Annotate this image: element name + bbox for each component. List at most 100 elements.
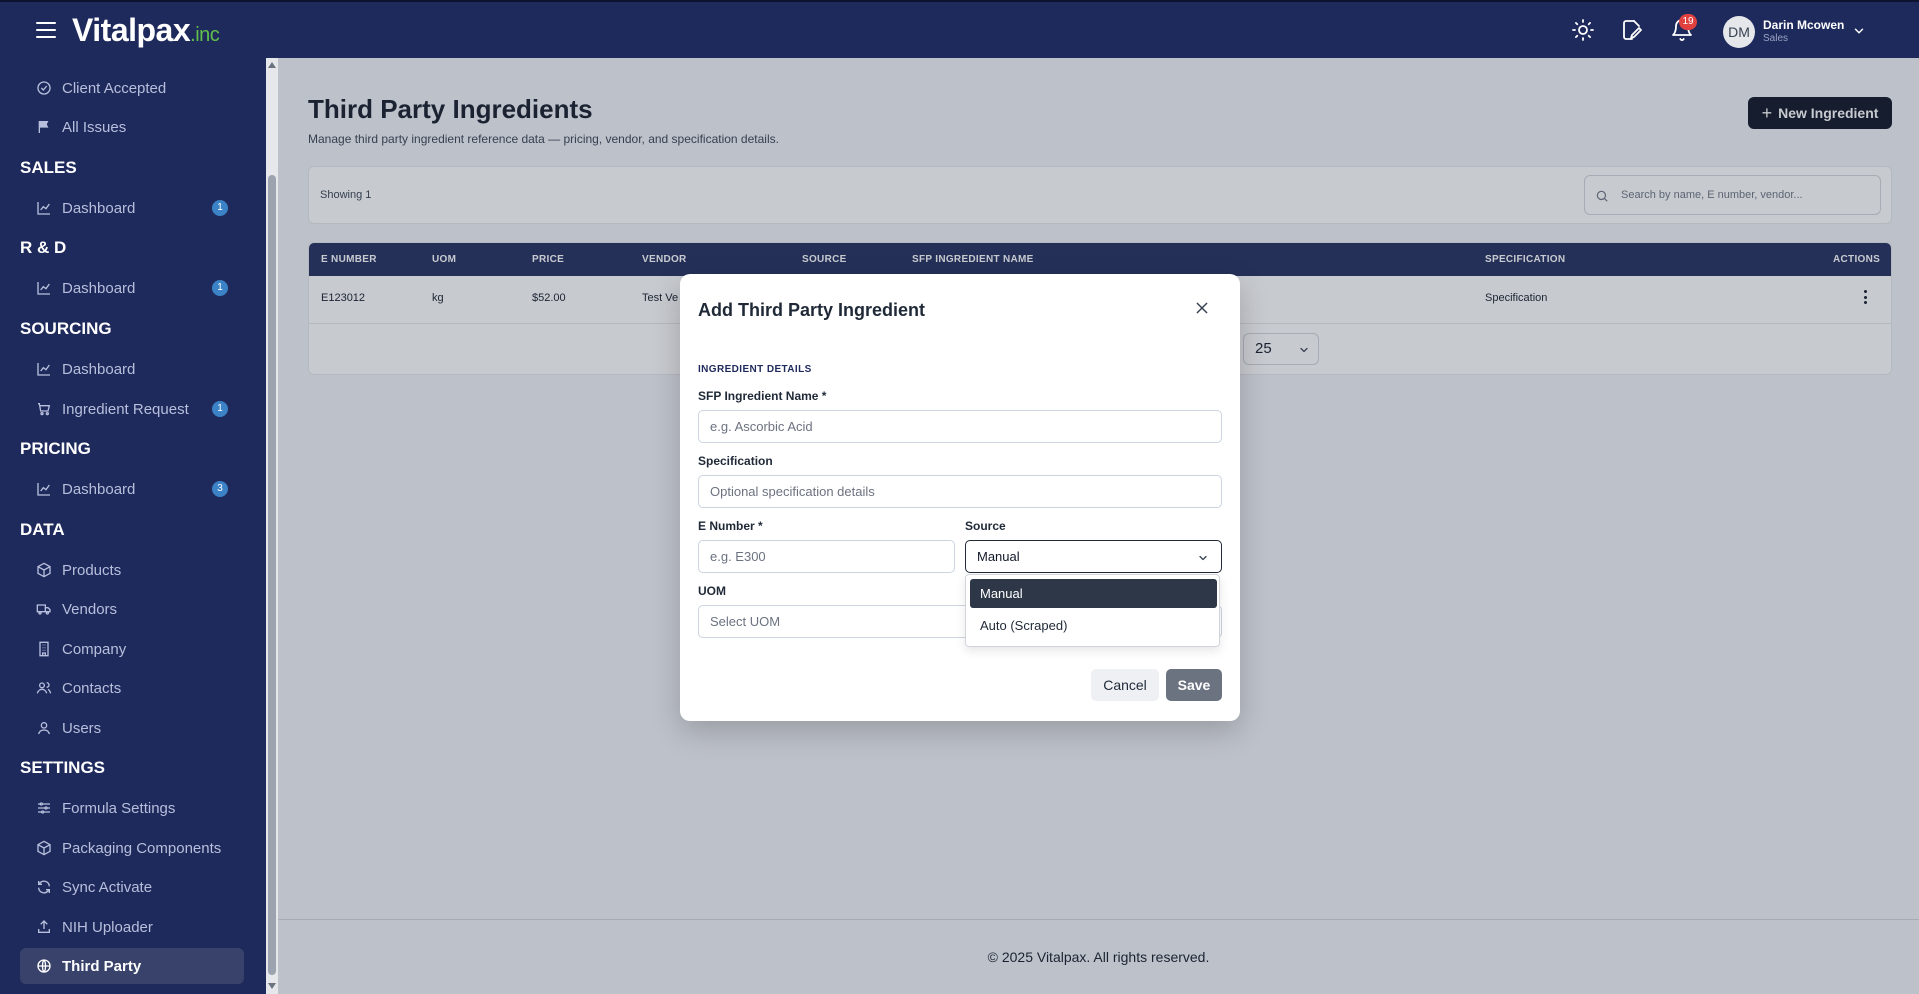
sidebar-item-sourcing-dashboard[interactable]: Dashboard <box>20 351 244 387</box>
notification-badge: 19 <box>1679 14 1697 30</box>
uom-label: UOM <box>698 584 726 598</box>
specification-input[interactable]: Optional specification details <box>698 475 1222 508</box>
section-header-sales: SALES <box>20 158 77 177</box>
sidebar-item-third-party[interactable]: Third Party <box>20 948 244 984</box>
section-header-settings: SETTINGS <box>20 758 106 777</box>
chart-line-icon <box>37 202 50 215</box>
uom-placeholder: Select UOM <box>710 614 781 629</box>
e-number-label: E Number * <box>698 519 763 533</box>
add-ingredient-dialog: Add Third Party Ingredient INGREDIENT DE… <box>680 274 1240 721</box>
sidebar-item-label: Vendors <box>62 600 118 618</box>
sfp-name-placeholder: e.g. Ascorbic Acid <box>710 419 813 434</box>
count-badge: 1 <box>212 280 228 296</box>
sidebar-item-contacts[interactable]: Contacts <box>20 670 244 706</box>
sidebar-item-label: Products <box>62 561 122 579</box>
sidebar-item-label: Contacts <box>62 679 122 697</box>
sidebar-item-vendors[interactable]: Vendors <box>20 591 244 627</box>
sidebar-item-users[interactable]: Users <box>20 710 244 746</box>
e-number-placeholder: e.g. E300 <box>710 549 766 564</box>
sidebar-item-label: Company <box>62 640 127 658</box>
sidebar-item-products[interactable]: Products <box>20 552 244 588</box>
sidebar-item-formula-settings[interactable]: Formula Settings <box>20 790 244 826</box>
source-label: Source <box>965 519 1006 533</box>
sidebar-item-label: Formula Settings <box>62 799 176 817</box>
source-value: Manual <box>977 549 1020 564</box>
source-option-manual[interactable]: Manual <box>970 579 1217 608</box>
user-name[interactable]: Darin Mcowen <box>1763 18 1844 32</box>
sidebar-item-label: Sync Activate <box>62 878 153 896</box>
count-badge: 1 <box>212 401 228 417</box>
refresh-icon <box>38 880 50 894</box>
dialog-title: Add Third Party Ingredient <box>698 300 926 320</box>
sfp-name-label: SFP Ingredient Name * <box>698 389 827 403</box>
check-circle-icon <box>37 81 51 95</box>
chevron-down-icon[interactable] <box>1852 24 1866 38</box>
scroll-down-arrow-icon[interactable] <box>268 983 276 989</box>
source-option-auto-scraped[interactable]: Auto (Scraped) <box>970 611 1217 640</box>
logo-main: Vitalpax <box>72 12 191 48</box>
avatar[interactable]: DM <box>1723 16 1755 48</box>
sidebar-item-label: Dashboard <box>62 199 136 217</box>
sidebar-item-label: NIH Uploader <box>62 918 153 936</box>
close-icon[interactable] <box>1194 300 1210 316</box>
sidebar-item-packaging-components[interactable]: Packaging Components <box>20 830 244 866</box>
section-header-pricing: PRICING <box>20 439 91 458</box>
user-icon <box>38 722 50 735</box>
app-logo[interactable]: Vitalpax.inc <box>72 12 220 49</box>
scroll-up-arrow-icon[interactable] <box>268 62 276 68</box>
sidebar-item-all-issues[interactable]: All Issues <box>20 109 244 145</box>
sidebar-item-label: Client Accepted <box>62 79 167 97</box>
upload-icon <box>38 920 50 933</box>
specification-placeholder: Optional specification details <box>710 484 875 499</box>
cancel-button[interactable]: Cancel <box>1091 669 1159 701</box>
chart-line-icon <box>37 282 50 295</box>
specification-label: Specification <box>698 454 773 468</box>
section-label: INGREDIENT DETAILS <box>698 364 812 375</box>
sidebar-item-company[interactable]: Company <box>20 631 244 667</box>
e-number-input[interactable]: e.g. E300 <box>698 540 955 573</box>
sidebar-item-label: Third Party <box>62 957 142 975</box>
section-header-data: DATA <box>20 520 65 539</box>
contacts-icon <box>36 682 52 694</box>
user-role: Sales <box>1763 33 1789 44</box>
chart-line-icon <box>37 483 50 496</box>
logo-suffix: .inc <box>190 24 220 46</box>
sidebar-item-ingredient-request[interactable]: Ingredient Request 1 <box>20 391 244 427</box>
sidebar-item-label: Dashboard <box>62 279 136 297</box>
count-badge: 3 <box>212 481 228 497</box>
chevron-down-icon <box>1199 555 1207 561</box>
scrollbar-thumb[interactable] <box>268 175 276 975</box>
sidebar-item-label: Ingredient Request <box>62 400 189 418</box>
menu-icon[interactable] <box>36 22 56 38</box>
sidebar-item-sales-dashboard[interactable]: Dashboard 1 <box>20 190 244 226</box>
source-select[interactable]: Manual <box>965 540 1222 573</box>
source-dropdown: Manual Auto (Scraped) <box>965 574 1220 647</box>
edit-note-icon[interactable] <box>1620 18 1644 42</box>
sidebar-item-label: Users <box>62 719 102 737</box>
sidebar-item-pricing-dashboard[interactable]: Dashboard 3 <box>20 471 244 507</box>
sidebar-item-label: Dashboard <box>62 480 136 498</box>
sidebar-item-label: Packaging Components <box>62 839 222 857</box>
count-badge: 1 <box>212 200 228 216</box>
sun-icon[interactable] <box>1571 18 1595 42</box>
sidebar-item-label: Dashboard <box>62 360 136 378</box>
box-icon <box>37 562 51 578</box>
save-button[interactable]: Save <box>1166 669 1222 701</box>
building-icon <box>39 641 49 657</box>
section-header-sourcing: SOURCING <box>20 319 112 338</box>
sidebar-item-nih-uploader[interactable]: NIH Uploader <box>20 909 244 945</box>
box-icon <box>37 840 51 856</box>
cart-icon <box>38 403 51 416</box>
section-header-rd: R & D <box>20 238 67 257</box>
sidebar-item-label: All Issues <box>62 118 127 136</box>
sliders-icon <box>38 802 50 814</box>
sidebar-item-client-accepted[interactable]: Client Accepted <box>20 70 244 106</box>
globe-icon <box>37 959 51 973</box>
chart-line-icon <box>37 363 50 376</box>
sidebar-item-sync-activate[interactable]: Sync Activate <box>20 869 244 905</box>
truck-icon <box>36 604 51 615</box>
sfp-name-input[interactable]: e.g. Ascorbic Acid <box>698 410 1222 443</box>
sidebar-item-rd-dashboard[interactable]: Dashboard 1 <box>20 270 244 306</box>
flag-icon <box>38 121 49 133</box>
top-bar: Vitalpax.inc 19 DM Darin Mcowen Sales <box>0 0 1919 58</box>
